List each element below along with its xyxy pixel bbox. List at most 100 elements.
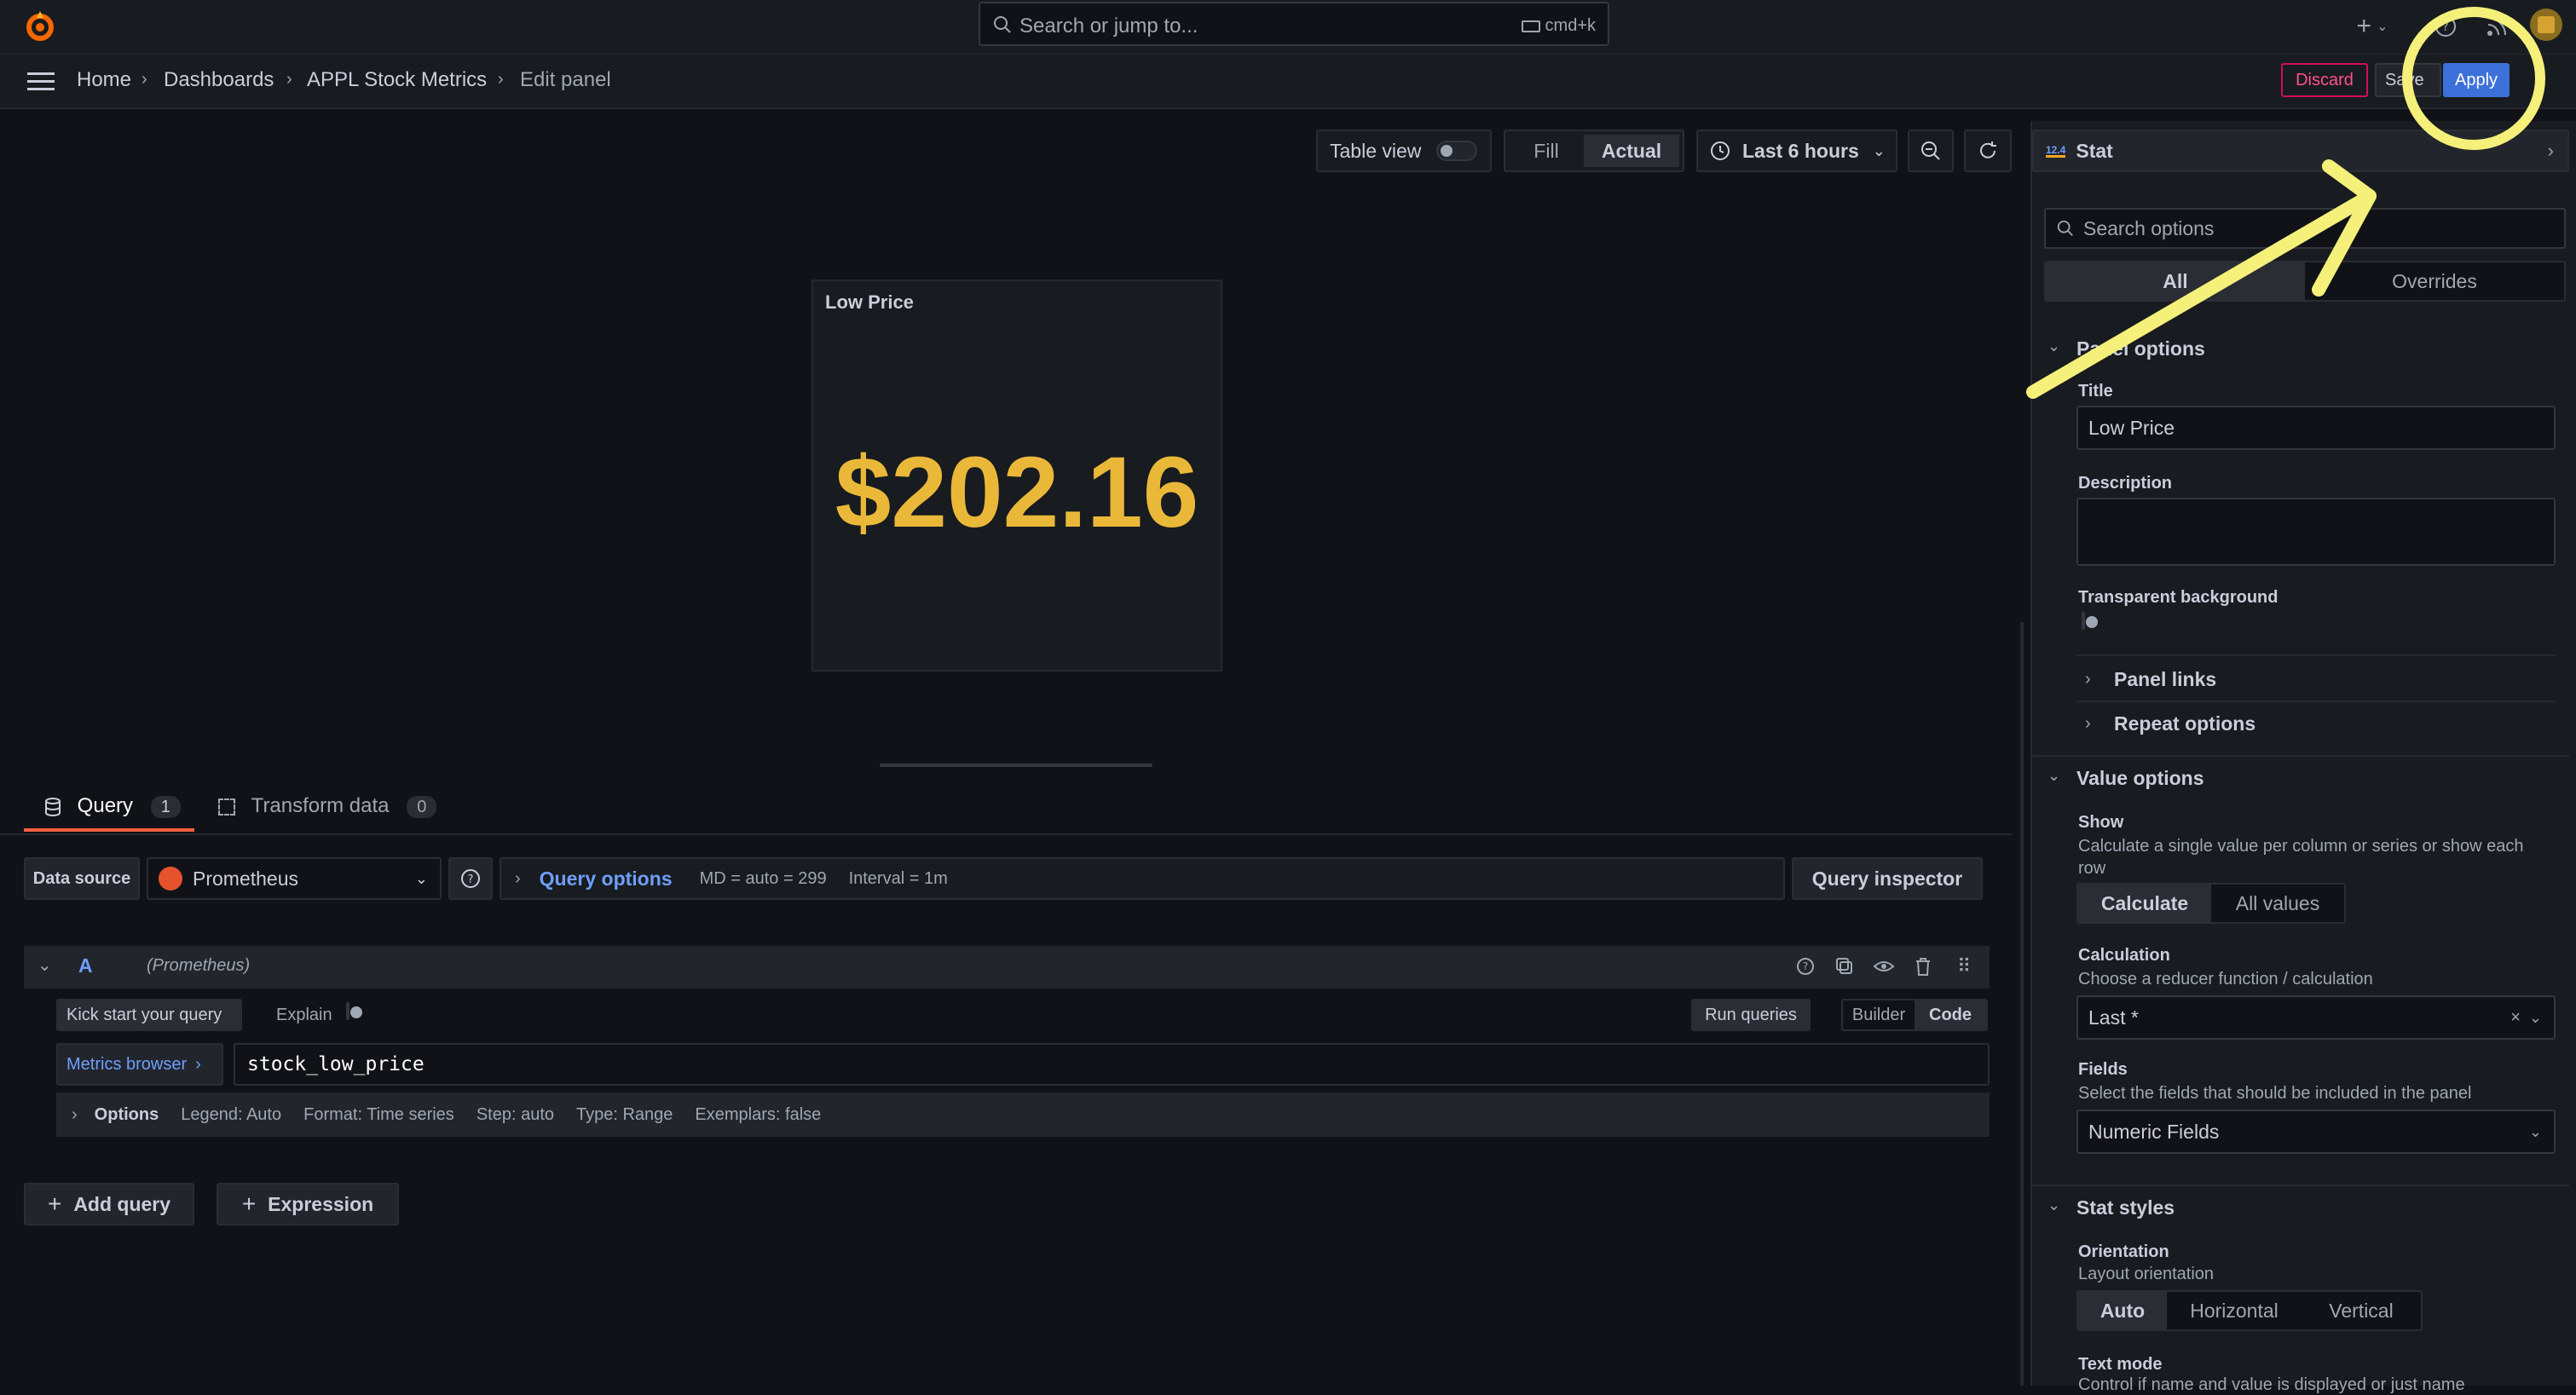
- run-queries-button[interactable]: Run queries: [1691, 999, 1811, 1031]
- panel-options-header[interactable]: Panel options: [2076, 337, 2205, 360]
- actual-option[interactable]: Actual: [1584, 135, 1679, 167]
- stat-panel[interactable]: Low Price $202.16: [811, 280, 1222, 672]
- user-avatar[interactable]: [2530, 9, 2562, 41]
- help-icon[interactable]: ?: [1793, 954, 1817, 978]
- metrics-browser-button[interactable]: Metrics browser ›: [56, 1043, 223, 1086]
- query-expression-input[interactable]: stock_low_price: [234, 1043, 1990, 1086]
- metrics-browser-label: Metrics browser: [66, 1054, 188, 1074]
- type-value: Type: Range: [576, 1104, 673, 1124]
- zoom-out-icon[interactable]: [1908, 130, 1954, 172]
- code-option[interactable]: Code: [1915, 1000, 1986, 1029]
- tabs-divider: [0, 833, 2012, 835]
- tab-transform-count: 0: [407, 796, 437, 818]
- grafana-logo-icon[interactable]: [20, 7, 60, 46]
- fields-value: Numeric Fields: [2088, 1120, 2220, 1143]
- fill-option[interactable]: Fill: [1509, 140, 1584, 163]
- viz-name: Stat: [2076, 139, 2113, 162]
- duplicate-icon[interactable]: [1833, 954, 1857, 978]
- time-picker[interactable]: Last 6 hours ⌄: [1696, 130, 1897, 172]
- calculation-label: Calculation: [2078, 946, 2170, 965]
- explain-toggle[interactable]: [346, 1002, 349, 1020]
- menu-icon[interactable]: [26, 68, 56, 94]
- eye-icon[interactable]: [1872, 954, 1896, 978]
- description-textarea[interactable]: [2076, 498, 2556, 566]
- kick-start-button[interactable]: Kick start your query: [56, 999, 242, 1031]
- clear-icon[interactable]: ×: [2510, 1008, 2521, 1028]
- datasource-picker[interactable]: Prometheus ⌄: [147, 857, 442, 900]
- repeat-options-header[interactable]: Repeat options: [2114, 712, 2255, 735]
- show-all-values-option[interactable]: All values: [2211, 885, 2344, 922]
- datasource-help-icon[interactable]: ?: [448, 857, 493, 900]
- add-new-icon[interactable]: + ⌄: [2349, 12, 2395, 41]
- panel-title: Low Price: [825, 291, 914, 313]
- calculation-select[interactable]: Last * × ⌄: [2076, 995, 2556, 1040]
- query-ref-id[interactable]: A: [78, 954, 93, 977]
- query-options-label[interactable]: Query options: [540, 868, 673, 891]
- apply-button[interactable]: Apply: [2443, 63, 2510, 97]
- fill-actual-group: Fill Actual: [1504, 130, 1684, 172]
- tab-overrides[interactable]: Overrides: [2305, 262, 2564, 300]
- query-inspector-button[interactable]: Query inspector: [1792, 857, 1983, 900]
- collapse-icon[interactable]: ⌃: [2525, 66, 2554, 95]
- table-view-toggle[interactable]: Table view: [1316, 130, 1492, 172]
- chevron-down-icon[interactable]: ⌄: [2048, 337, 2060, 355]
- add-query-button[interactable]: + Add query: [24, 1183, 194, 1225]
- chevron-down-icon[interactable]: ⌄: [2048, 1196, 2060, 1214]
- orientation-vertical[interactable]: Vertical: [2302, 1292, 2421, 1329]
- description-label: Description: [2078, 474, 2173, 493]
- query-row-header[interactable]: [24, 946, 1990, 989]
- orientation-horizontal[interactable]: Horizontal: [2167, 1292, 2302, 1329]
- visualization-picker[interactable]: 12.4 Stat ›: [2032, 130, 2569, 172]
- breadcrumb-dashboards[interactable]: Dashboards: [164, 68, 274, 92]
- discard-button[interactable]: Discard: [2281, 63, 2368, 97]
- chevron-right-icon: ›: [2085, 714, 2091, 733]
- search-options-input[interactable]: Search options: [2044, 208, 2566, 249]
- show-calculate-option[interactable]: Calculate: [2078, 885, 2211, 922]
- options-tabs: All Overrides: [2044, 261, 2566, 302]
- value-options-header[interactable]: Value options: [2076, 767, 2204, 790]
- orientation-auto[interactable]: Auto: [2078, 1292, 2167, 1329]
- chevron-down-icon[interactable]: ⌄: [2048, 767, 2060, 785]
- chevron-down-icon[interactable]: ⌄: [38, 954, 52, 976]
- chevron-right-icon: ›: [195, 1054, 201, 1074]
- table-view-switch[interactable]: [1436, 141, 1478, 161]
- clock-icon: [1710, 141, 1730, 161]
- chevron-right-icon: ›: [515, 868, 521, 888]
- chevron-down-icon: ⌄: [1872, 141, 1886, 159]
- query-options-bar[interactable]: › Query options MD = auto = 299 Interval…: [500, 857, 1785, 900]
- tab-query[interactable]: Query 1: [44, 794, 181, 818]
- rss-news-icon[interactable]: [2482, 12, 2511, 41]
- breadcrumb-dashboard[interactable]: APPL Stock Metrics: [307, 68, 487, 92]
- refresh-icon[interactable]: [1964, 130, 2012, 172]
- help-icon[interactable]: ?: [2431, 12, 2460, 41]
- breadcrumb-home[interactable]: Home: [77, 68, 131, 92]
- legend-value: Legend: Auto: [181, 1104, 282, 1124]
- calculation-value: Last *: [2088, 1006, 2139, 1029]
- fields-select[interactable]: Numeric Fields ⌄: [2076, 1110, 2556, 1154]
- stat-viz-icon: 12.4: [2046, 143, 2066, 158]
- format-value: Format: Time series: [303, 1104, 454, 1124]
- add-expression-button[interactable]: + Expression: [217, 1183, 399, 1225]
- search-input[interactable]: Search or jump to... cmd+k: [979, 2, 1609, 46]
- transparent-toggle[interactable]: [2082, 612, 2085, 630]
- exemplars-value: Exemplars: false: [695, 1104, 822, 1124]
- stat-styles-header[interactable]: Stat styles: [2076, 1196, 2175, 1219]
- tab-all[interactable]: All: [2046, 262, 2305, 300]
- tab-transform[interactable]: Transform data 0: [218, 794, 437, 818]
- splitter-handle[interactable]: [880, 764, 1152, 767]
- builder-option[interactable]: Builder: [1843, 1000, 1915, 1029]
- title-input[interactable]: Low Price: [2076, 406, 2556, 450]
- chevron-down-icon: ⌄: [2528, 1122, 2542, 1140]
- scrollbar[interactable]: [2020, 622, 2024, 1386]
- fields-description: Select the fields that should be include…: [2078, 1084, 2472, 1103]
- save-button[interactable]: Save: [2375, 63, 2441, 97]
- search-placeholder: Search or jump to...: [1019, 14, 1198, 37]
- drag-handle-icon[interactable]: ⠿: [1952, 954, 1976, 978]
- builder-code-toggle: Builder Code: [1841, 999, 1988, 1031]
- svg-text:?: ?: [1803, 960, 1808, 972]
- panel-links-header[interactable]: Panel links: [2114, 668, 2216, 691]
- query-options-collapse[interactable]: › Options Legend: Auto Format: Time seri…: [56, 1092, 1990, 1137]
- step-value: Step: auto: [476, 1104, 554, 1124]
- trash-icon[interactable]: [1911, 954, 1935, 978]
- plus-icon: +: [241, 1190, 257, 1217]
